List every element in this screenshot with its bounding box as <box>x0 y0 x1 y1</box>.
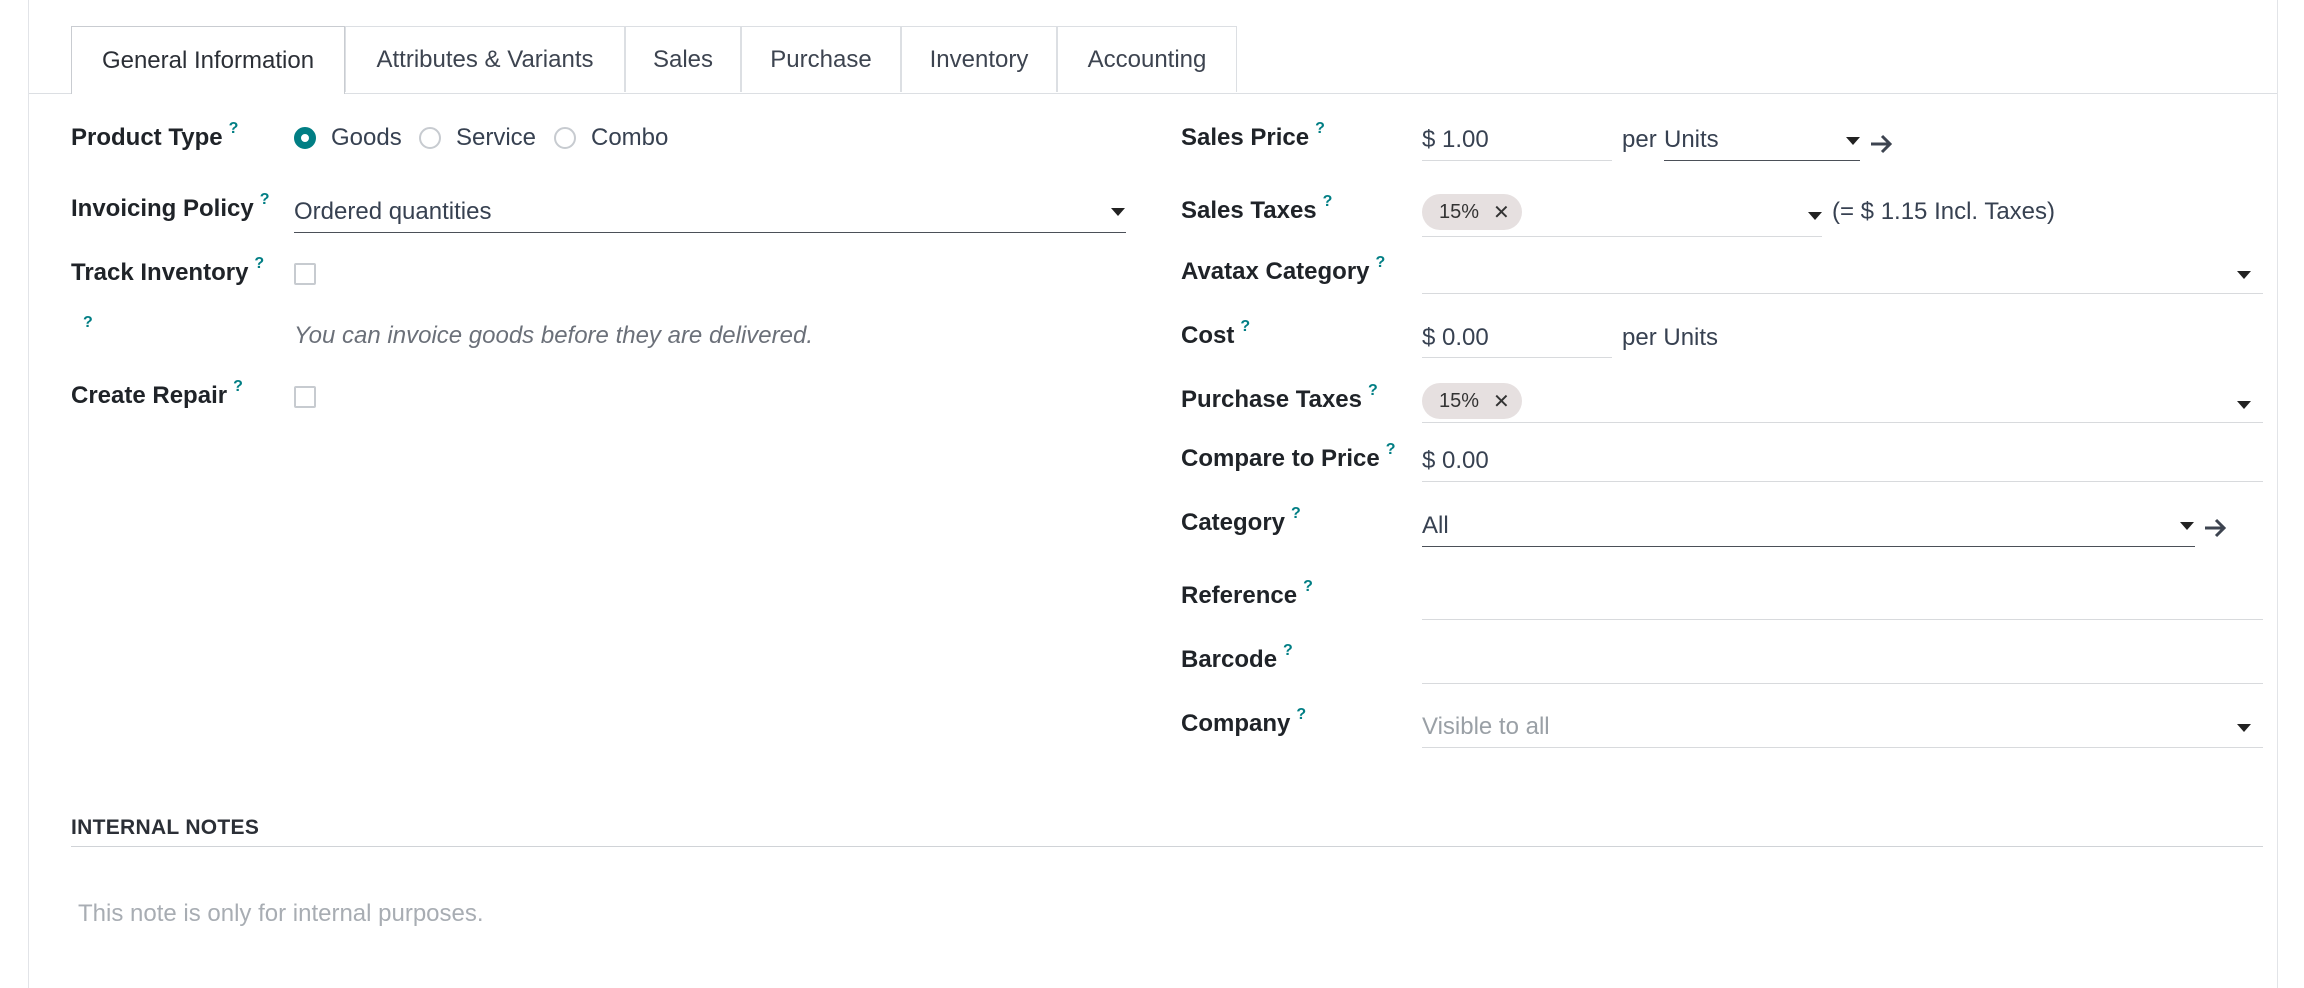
invoice-hint-text: You can invoice goods before they are de… <box>294 322 814 349</box>
radio-service[interactable] <box>419 127 441 149</box>
company-select[interactable]: Visible to all <box>1422 713 1550 741</box>
avatax-category-select[interactable] <box>1422 293 2263 294</box>
tab-inventory[interactable]: Inventory <box>901 26 1057 92</box>
help-icon[interactable]: ? <box>1296 706 1306 723</box>
radio-service-label[interactable]: Service <box>456 124 536 152</box>
purchase-tax-tag[interactable]: 15% ✕ <box>1422 383 1522 419</box>
radio-combo[interactable] <box>554 127 576 149</box>
notebook-tabs: General Information Attributes & Variant… <box>29 26 2277 94</box>
category-label: Category? <box>1181 505 1301 536</box>
field-underline <box>1664 160 1860 161</box>
tab-accounting[interactable]: Accounting <box>1057 26 1237 92</box>
barcode-label: Barcode? <box>1181 642 1293 673</box>
create-repair-label: Create Repair? <box>71 378 243 409</box>
chevron-down-icon[interactable] <box>2237 724 2251 732</box>
compare-price-input[interactable]: $ 0.00 <box>1422 447 1489 475</box>
sales-price-label: Sales Price? <box>1181 120 1325 151</box>
chevron-down-icon[interactable] <box>1808 212 1822 220</box>
reference-label: Reference? <box>1181 578 1313 609</box>
help-icon[interactable]: ? <box>1376 254 1386 271</box>
form-sheet: General Information Attributes & Variant… <box>28 0 2278 988</box>
help-icon[interactable]: ? <box>1368 382 1378 399</box>
help-icon[interactable]: ? <box>229 120 239 137</box>
help-icon[interactable]: ? <box>1386 441 1396 458</box>
chevron-down-icon[interactable] <box>2180 522 2194 530</box>
help-icon[interactable]: ? <box>1240 318 1250 335</box>
help-icon[interactable]: ? <box>1303 578 1313 595</box>
purchase-taxes-label: Purchase Taxes? <box>1181 382 1378 413</box>
hint-help: ? <box>77 314 93 346</box>
help-icon[interactable]: ? <box>1323 193 1333 210</box>
product-type-label: Product Type? <box>71 120 239 151</box>
tag-label: 15% <box>1439 389 1480 412</box>
cost-input[interactable]: $ 0.00 <box>1422 324 1489 352</box>
tag-label: 15% <box>1439 200 1480 223</box>
notes-divider <box>71 846 2263 847</box>
radio-goods[interactable] <box>294 127 316 149</box>
field-underline <box>1422 747 2263 748</box>
tab-purchase[interactable]: Purchase <box>741 26 901 92</box>
barcode-input[interactable] <box>1422 683 2263 684</box>
tab-label: Accounting <box>1087 45 1207 73</box>
avatax-category-label: Avatax Category? <box>1181 254 1386 285</box>
track-inventory-checkbox[interactable] <box>294 263 316 285</box>
internal-notes-title: INTERNAL NOTES <box>71 816 260 839</box>
chevron-down-icon[interactable] <box>1846 137 1860 145</box>
remove-tag-icon[interactable]: ✕ <box>1493 200 1510 225</box>
company-label: Company? <box>1181 706 1307 737</box>
tab-label: General Information <box>101 46 315 74</box>
help-icon[interactable]: ? <box>83 314 93 331</box>
cost-label: Cost? <box>1181 318 1251 349</box>
tab-label: Inventory <box>929 45 1029 73</box>
chevron-down-icon[interactable] <box>2237 271 2251 279</box>
tab-general-information[interactable]: General Information <box>71 26 345 94</box>
internal-link-arrow-icon[interactable] <box>2203 517 2229 539</box>
chevron-down-icon[interactable] <box>2237 401 2251 409</box>
field-underline <box>294 232 1126 233</box>
field-underline <box>1422 546 2195 547</box>
help-icon[interactable]: ? <box>233 378 243 395</box>
invoicing-policy-label: Invoicing Policy? <box>71 191 270 222</box>
help-icon[interactable]: ? <box>260 191 270 208</box>
field-underline <box>1422 236 1822 237</box>
create-repair-checkbox[interactable] <box>294 386 316 408</box>
per-text: per <box>1622 126 1657 153</box>
help-icon[interactable]: ? <box>1315 120 1325 137</box>
radio-combo-label[interactable]: Combo <box>591 124 668 152</box>
incl-taxes-text: (= $ 1.15 Incl. Taxes) <box>1832 198 2056 225</box>
help-icon[interactable]: ? <box>1291 505 1301 522</box>
reference-input[interactable] <box>1422 619 2263 620</box>
cost-per-unit-text: per Units <box>1622 324 1719 351</box>
tab-sales[interactable]: Sales <box>625 26 741 92</box>
internal-link-arrow-icon[interactable] <box>1869 133 1895 155</box>
sales-price-input[interactable]: $ 1.00 <box>1422 126 1489 154</box>
unit-select[interactable]: Units <box>1664 126 1719 154</box>
remove-tag-icon[interactable]: ✕ <box>1493 389 1510 414</box>
sales-taxes-label: Sales Taxes? <box>1181 193 1333 224</box>
field-underline <box>1422 481 2263 482</box>
chevron-down-icon[interactable] <box>1111 208 1125 216</box>
field-underline <box>1422 160 1612 161</box>
compare-price-label: Compare to Price? <box>1181 441 1396 472</box>
tab-label: Sales <box>652 45 714 73</box>
field-underline <box>1422 357 1612 358</box>
tab-attributes-variants[interactable]: Attributes & Variants <box>345 26 625 92</box>
tab-label: Attributes & Variants <box>376 45 594 73</box>
category-select[interactable]: All <box>1422 512 1449 540</box>
field-underline <box>1422 422 2263 423</box>
tax-tag[interactable]: 15% ✕ <box>1422 194 1522 230</box>
help-icon[interactable]: ? <box>1283 642 1293 659</box>
help-icon[interactable]: ? <box>254 255 264 272</box>
radio-goods-label[interactable]: Goods <box>331 124 402 152</box>
tab-label: Purchase <box>770 45 872 73</box>
track-inventory-label: Track Inventory? <box>71 255 265 286</box>
internal-notes-editor[interactable]: This note is only for internal purposes. <box>78 900 484 928</box>
invoicing-policy-select[interactable]: Ordered quantities <box>294 198 491 226</box>
